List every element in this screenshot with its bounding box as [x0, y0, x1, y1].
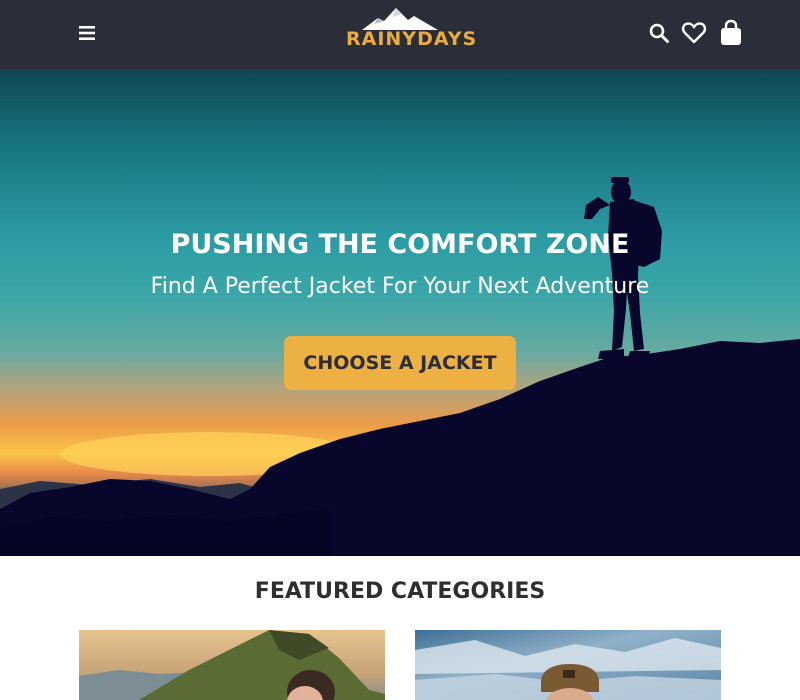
category-card-men[interactable]	[415, 630, 721, 700]
cart-button[interactable]	[719, 19, 743, 47]
heart-icon	[681, 22, 707, 44]
site-logo[interactable]: RAINYDAYS	[346, 8, 478, 56]
featured-categories-title: FEATURED CATEGORIES	[254, 579, 546, 604]
choose-jacket-button[interactable]: CHOOSE A JACKET	[284, 336, 516, 390]
hero-banner: PUSHING THE COMFORT ZONE Find A Perfect …	[0, 69, 800, 556]
wishlist-button[interactable]	[681, 20, 707, 46]
category-card-women[interactable]	[79, 630, 385, 700]
mountain-logo-icon	[362, 8, 438, 30]
hero-background-image	[0, 177, 800, 556]
search-icon	[649, 23, 669, 43]
category-image	[415, 630, 721, 700]
search-button[interactable]	[648, 22, 670, 44]
shopping-bag-icon	[721, 19, 741, 45]
logo-text: RAINYDAYS	[346, 28, 478, 50]
hero-subtitle: Find A Perfect Jacket For Your Next Adve…	[150, 274, 650, 299]
site-header: RAINYDAYS	[0, 0, 800, 69]
hamburger-menu-button[interactable]	[76, 22, 98, 44]
hero-title: PUSHING THE COMFORT ZONE	[170, 229, 630, 260]
category-image	[79, 630, 385, 700]
hamburger-menu-icon	[79, 26, 95, 40]
